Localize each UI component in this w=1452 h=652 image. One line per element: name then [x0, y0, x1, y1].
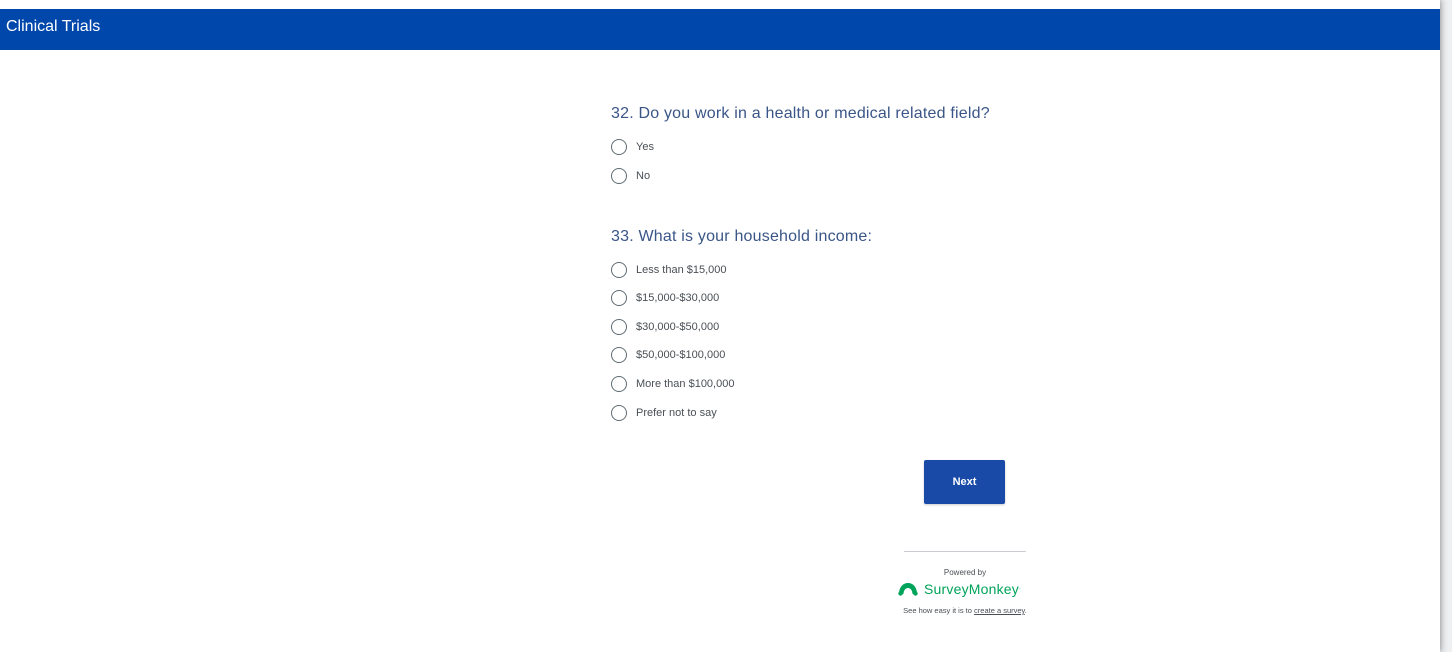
powered-by-text: Powered by: [943, 568, 987, 577]
surveymonkey-logo[interactable]: SurveyMonkey ·: [898, 580, 1021, 598]
radio-button-icon[interactable]: [611, 262, 627, 278]
option-label: $15,000-$30,000: [636, 292, 720, 304]
surveymonkey-logo-icon: [898, 582, 918, 596]
next-button[interactable]: Next: [924, 460, 1005, 504]
footer-divider: [904, 551, 1026, 552]
option-label: Less than $15,000: [636, 264, 727, 276]
question-33-option-3[interactable]: $30,000-$50,000: [611, 317, 719, 337]
surveymonkey-brand-text: SurveyMonkey: [924, 581, 1019, 597]
option-label: Yes: [636, 141, 654, 153]
create-survey-tagline: See how easy it is to create a survey.: [858, 606, 1072, 615]
question-32-title: 32. Do you work in a health or medical r…: [611, 105, 990, 122]
top-strip: [0, 0, 1440, 9]
question-32-option-yes[interactable]: Yes: [611, 137, 654, 157]
question-33-option-5[interactable]: More than $100,000: [611, 374, 734, 394]
option-label: $30,000-$50,000: [636, 321, 720, 333]
question-33-option-2[interactable]: $15,000-$30,000: [611, 288, 719, 308]
option-label: $50,000-$100,000: [636, 349, 726, 361]
trademark-mark: ·: [1019, 586, 1021, 592]
radio-button-icon[interactable]: [611, 319, 627, 335]
option-label: Prefer not to say: [636, 407, 717, 419]
radio-button-icon[interactable]: [611, 405, 627, 421]
survey-header: Clinical Trials: [0, 9, 1440, 50]
radio-button-icon[interactable]: [611, 347, 627, 363]
radio-button-icon[interactable]: [611, 290, 627, 306]
question-33-option-6[interactable]: Prefer not to say: [611, 403, 717, 423]
question-33-option-1[interactable]: Less than $15,000: [611, 260, 727, 280]
tagline-suffix: .: [1024, 606, 1027, 615]
option-label: More than $100,000: [636, 378, 735, 390]
survey-title: Clinical Trials: [6, 18, 101, 35]
radio-button-icon[interactable]: [611, 376, 627, 392]
question-32-option-no[interactable]: No: [611, 166, 650, 186]
radio-button-icon[interactable]: [611, 139, 627, 155]
survey-page: Clinical Trials 32. Do you work in a hea…: [0, 0, 1440, 652]
question-33-title: 33. What is your household income:: [611, 228, 873, 245]
question-33-option-4[interactable]: $50,000-$100,000: [611, 345, 725, 365]
radio-button-icon[interactable]: [611, 168, 627, 184]
create-survey-link[interactable]: create a survey: [974, 606, 1025, 615]
tagline-prefix: See how easy it is to: [903, 606, 975, 615]
option-label: No: [636, 170, 651, 182]
